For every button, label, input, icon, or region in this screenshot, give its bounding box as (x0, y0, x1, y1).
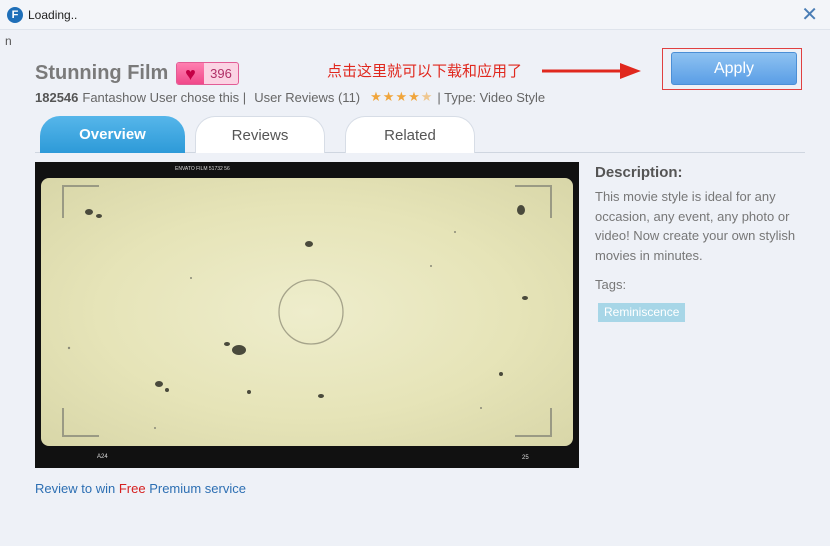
window-title: Loading.. (28, 8, 78, 22)
review-promo-link[interactable]: Review to win (35, 481, 115, 496)
user-count: 182546 (35, 89, 79, 105)
annotation-arrow-icon (542, 63, 641, 79)
film-frame-number: A24 (97, 454, 108, 460)
tab-bar: Overview Reviews Related (35, 116, 805, 153)
heart-icon: ♥ (177, 63, 204, 84)
close-icon[interactable]: ✕ (801, 5, 818, 25)
description-title: Description: (595, 164, 683, 181)
app-logo-icon: F (7, 7, 23, 23)
review-promo-free: Free (118, 481, 146, 496)
tags-label: Tags: (595, 277, 627, 292)
title-bar: F Loading.. ✕ (0, 0, 830, 30)
stray-text: n (5, 34, 12, 48)
style-meta: 182546 Fantashow User chose this | User … (35, 89, 545, 105)
tab-overview[interactable]: Overview (40, 116, 185, 153)
apply-button[interactable]: Apply (671, 52, 797, 85)
review-promo-tail: Premium service (149, 481, 246, 496)
film-frame-label: ENVATO FILM 51732 56 (175, 166, 230, 172)
film-texture-icon (62, 185, 552, 437)
tab-related[interactable]: Related (345, 116, 475, 153)
user-count-label: Fantashow User chose this | (82, 89, 247, 105)
user-reviews-link[interactable]: User Reviews (11) (254, 90, 360, 105)
annotation-note: 点击这里就可以下载和应用了 (327, 63, 523, 80)
film-frame-counter: 25 (522, 455, 529, 461)
tag-reminiscence[interactable]: Reminiscence (598, 303, 686, 322)
style-type: | Type: Video Style (437, 89, 546, 105)
rating-stars-icon: ★★★★★ (370, 89, 434, 104)
style-name: Stunning Film (35, 62, 169, 84)
description-text: This movie style is ideal for any occasi… (595, 189, 796, 263)
tab-reviews[interactable]: Reviews (195, 116, 325, 153)
style-preview[interactable]: ENVATO FILM 51732 56 A24 25 (35, 162, 579, 468)
like-button[interactable]: ♥ 396 (176, 62, 239, 85)
review-promo: Review to win Free Premium service (35, 481, 246, 496)
preview-image (41, 178, 573, 446)
like-count: 396 (210, 66, 232, 81)
